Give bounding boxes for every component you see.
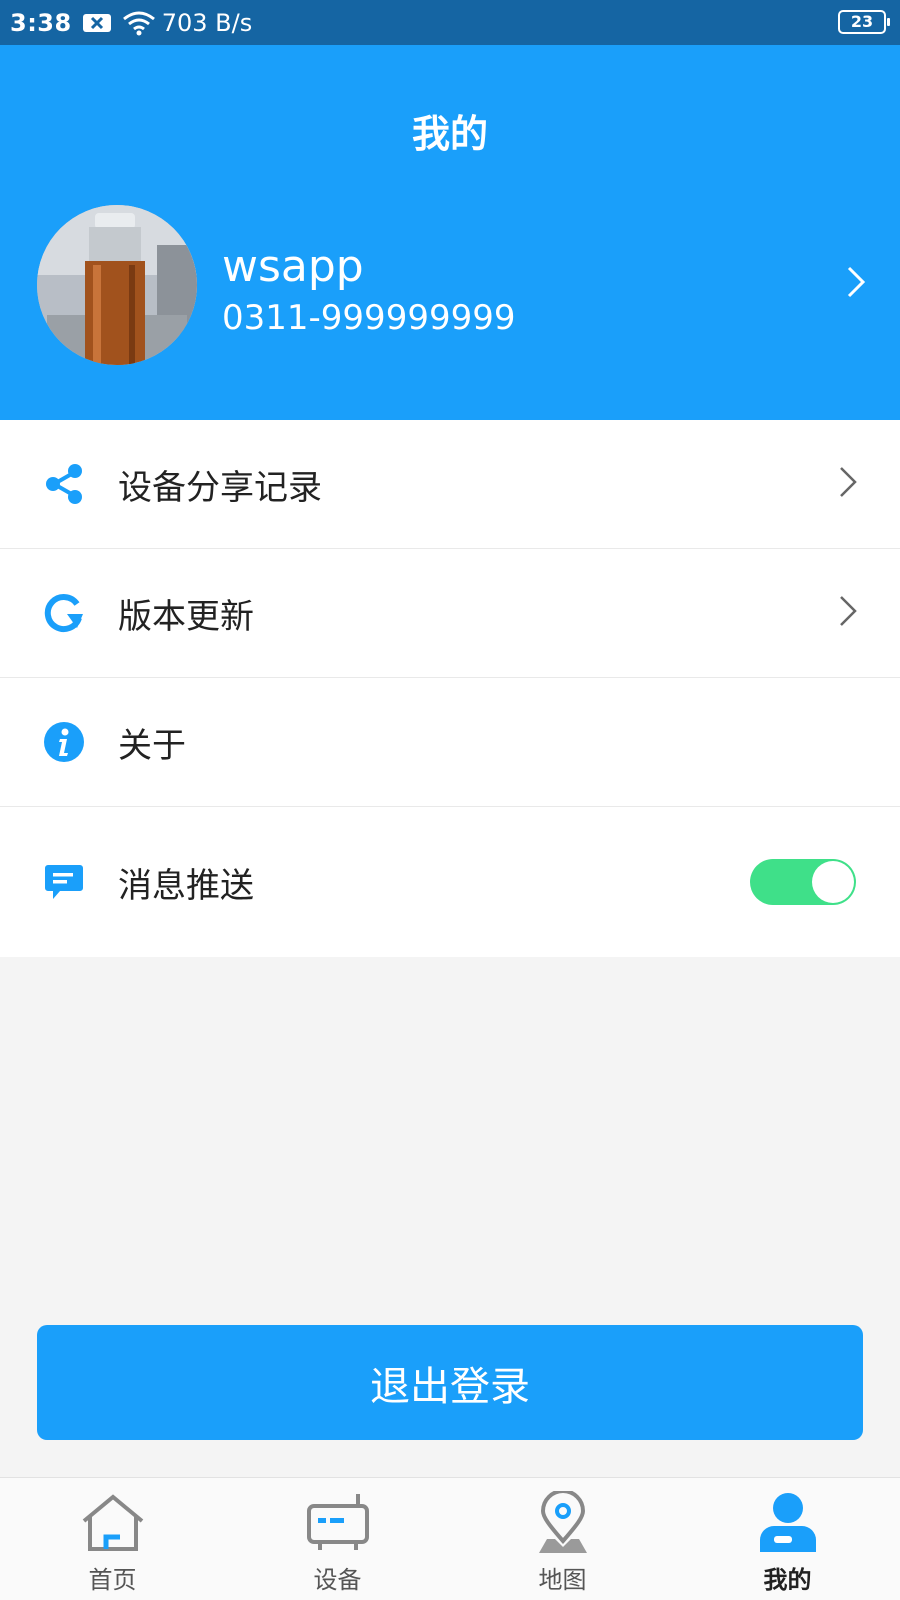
- user-icon: [758, 1490, 818, 1556]
- profile-phone: 0311-999999999: [222, 298, 516, 338]
- profile-card[interactable]: wsapp 0311-999999999: [0, 205, 900, 375]
- menu-item-label: 设备分享记录: [118, 467, 322, 508]
- menu-item-push-notifications: 消息推送: [0, 807, 900, 957]
- tab-label: 设备: [313, 1566, 362, 1594]
- logout-button[interactable]: 退出登录: [37, 1325, 863, 1440]
- toggle-knob: [812, 861, 854, 903]
- device-icon: [306, 1490, 370, 1556]
- menu-item-about[interactable]: 关于: [0, 678, 900, 807]
- avatar[interactable]: [37, 205, 197, 365]
- profile-username: wsapp: [222, 241, 364, 292]
- tab-label: 我的: [763, 1566, 812, 1594]
- wifi-icon: [122, 10, 156, 36]
- map-pin-icon: [533, 1490, 593, 1556]
- notification-x-icon: [82, 12, 112, 34]
- share-icon: [42, 462, 86, 506]
- chevron-right-icon: [846, 265, 866, 303]
- push-notification-toggle[interactable]: [750, 859, 856, 905]
- menu-item-version-update[interactable]: 版本更新: [0, 549, 900, 678]
- status-bar: 3:38 703 B/s 23: [0, 0, 900, 45]
- refresh-icon: [42, 591, 86, 635]
- tab-label: 首页: [88, 1566, 137, 1594]
- profile-header: 我的 wsapp 0311-999999999: [0, 45, 900, 420]
- bottom-tab-bar: 首页 设备 地图 我的: [0, 1477, 900, 1600]
- menu-item-label: 版本更新: [118, 596, 254, 637]
- tab-devices[interactable]: 设备: [225, 1478, 450, 1600]
- tab-map[interactable]: 地图: [450, 1478, 675, 1600]
- tab-home[interactable]: 首页: [0, 1478, 225, 1600]
- battery-icon: 23: [838, 10, 890, 34]
- info-icon: [42, 720, 86, 764]
- settings-menu: 设备分享记录 版本更新 关于 消息推送: [0, 420, 900, 957]
- tab-mine[interactable]: 我的: [675, 1478, 900, 1600]
- chevron-right-icon: [838, 465, 858, 503]
- message-icon: [42, 860, 86, 904]
- menu-item-label: 关于: [118, 725, 186, 766]
- tab-label: 地图: [538, 1566, 587, 1594]
- chevron-right-icon: [838, 594, 858, 632]
- menu-item-share-records[interactable]: 设备分享记录: [0, 420, 900, 549]
- menu-item-label: 消息推送: [118, 865, 254, 906]
- network-speed: 703 B/s: [161, 8, 253, 37]
- page-title: 我的: [411, 112, 488, 156]
- status-time: 3:38: [10, 8, 72, 37]
- home-icon: [80, 1490, 146, 1556]
